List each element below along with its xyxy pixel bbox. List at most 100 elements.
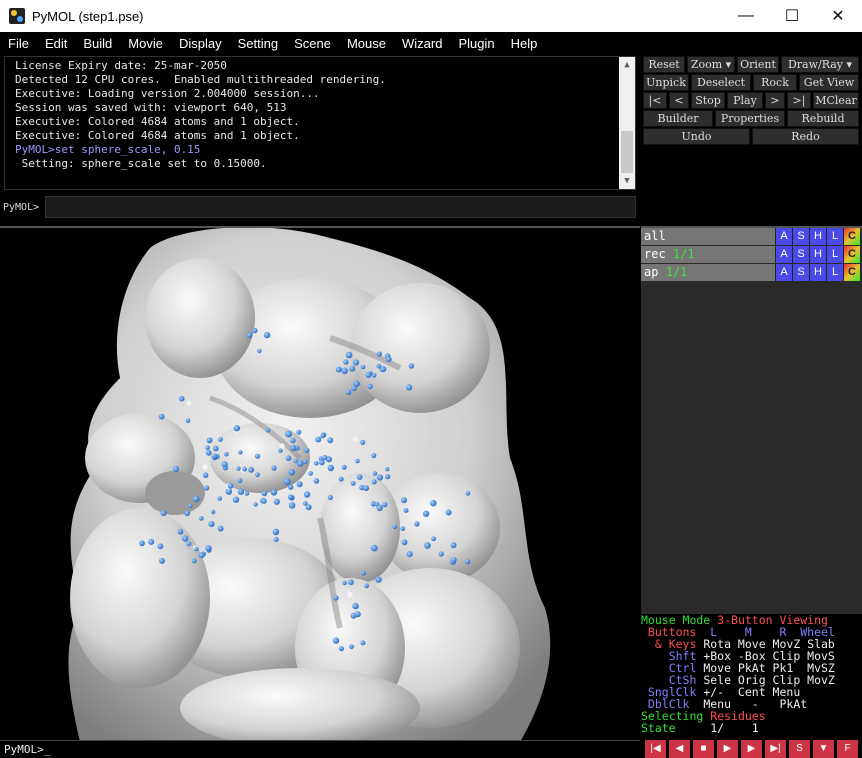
atom-sphere[interactable] <box>365 372 372 378</box>
atom-sphere[interactable] <box>450 542 457 549</box>
atom-sphere[interactable] <box>288 502 296 509</box>
atom-sphere[interactable] <box>252 327 258 334</box>
atom-sphere[interactable] <box>363 485 370 491</box>
atom-sphere[interactable] <box>360 364 366 370</box>
zoom-button[interactable]: Zoom ▾ <box>687 56 735 73</box>
unpick-button[interactable]: Unpick <box>643 74 689 91</box>
atom-sphere[interactable] <box>288 469 296 476</box>
atom-sphere[interactable] <box>236 466 241 471</box>
atom-sphere[interactable] <box>237 478 243 484</box>
atom-sphere[interactable] <box>285 430 292 438</box>
atom-sphere[interactable] <box>261 498 267 504</box>
atom-sphere[interactable] <box>342 580 347 586</box>
atom-sphere[interactable] <box>335 366 342 373</box>
maximize-icon[interactable]: ☐ <box>769 0 815 32</box>
atom-sphere[interactable] <box>296 481 303 488</box>
atom-sphere[interactable] <box>349 644 354 650</box>
command-input[interactable] <box>45 196 636 218</box>
atom-sphere[interactable] <box>303 491 311 498</box>
atom-sphere[interactable] <box>376 474 383 481</box>
atom-sphere[interactable] <box>328 495 333 501</box>
atom-sphere[interactable] <box>238 450 243 455</box>
atom-sphere[interactable] <box>217 525 224 532</box>
protein-surface-render[interactable] <box>0 228 640 740</box>
atom-sphere[interactable] <box>371 479 377 485</box>
atom-sphere[interactable] <box>332 637 340 644</box>
atom-sphere[interactable] <box>191 558 197 564</box>
atom-sphere[interactable] <box>343 359 349 365</box>
atom-sphere[interactable] <box>255 472 260 478</box>
draw-ray-button[interactable]: Draw/Ray ▾ <box>781 56 859 73</box>
atom-sphere[interactable] <box>198 552 205 559</box>
fullscreen-button[interactable]: F <box>837 740 859 758</box>
atom-sphere[interactable] <box>233 425 240 432</box>
atom-sphere[interactable] <box>401 497 407 504</box>
stop-button[interactable]: Stop <box>691 92 725 109</box>
menu-edit[interactable]: Edit <box>37 36 75 51</box>
atom-sphere[interactable] <box>221 461 228 468</box>
molecular-viewport[interactable] <box>0 226 640 740</box>
atom-sphere[interactable] <box>272 528 280 536</box>
atom-sphere[interactable] <box>352 436 358 442</box>
action-button[interactable]: A <box>775 246 792 263</box>
label-button[interactable]: L <box>826 264 843 281</box>
atom-sphere[interactable] <box>160 510 167 517</box>
atom-sphere[interactable] <box>430 499 437 507</box>
last-frame-icon[interactable]: ▶| <box>765 740 787 758</box>
atom-sphere[interactable] <box>205 445 210 450</box>
console-scrollbar[interactable]: ▲ ▼ <box>619 57 635 189</box>
atom-sphere[interactable] <box>254 453 261 459</box>
atom-sphere[interactable] <box>360 439 366 445</box>
atom-sphere[interactable] <box>333 595 339 601</box>
atom-sphere[interactable] <box>192 495 200 503</box>
end-button[interactable]: >| <box>787 92 811 109</box>
atom-sphere[interactable] <box>360 640 366 646</box>
next-frame-icon[interactable]: ▶ <box>741 740 763 758</box>
atom-sphere[interactable] <box>290 437 296 444</box>
atom-sphere[interactable] <box>224 452 229 457</box>
atom-sphere[interactable] <box>178 395 185 402</box>
atom-sphere[interactable] <box>303 501 308 506</box>
atom-sphere[interactable] <box>355 458 360 464</box>
show-button[interactable]: S <box>792 264 809 281</box>
atom-sphere[interactable] <box>408 363 415 369</box>
atom-sphere[interactable] <box>350 481 356 486</box>
atom-sphere[interactable] <box>184 510 191 517</box>
menu-help[interactable]: Help <box>503 36 546 51</box>
atom-sphere[interactable] <box>319 459 325 466</box>
atom-sphere[interactable] <box>199 516 204 521</box>
atom-sphere[interactable] <box>451 557 457 563</box>
menu-movie[interactable]: Movie <box>120 36 171 51</box>
menu-scene[interactable]: Scene <box>286 36 339 51</box>
atom-sphere[interactable] <box>401 539 408 546</box>
atom-sphere[interactable] <box>297 460 304 467</box>
orient-button[interactable]: Orient <box>737 56 779 73</box>
atom-sphere[interactable] <box>406 384 413 391</box>
atom-sphere[interactable] <box>287 494 294 500</box>
menu-setting[interactable]: Setting <box>230 36 286 51</box>
scroll-down-icon[interactable]: ▼ <box>619 173 635 189</box>
atom-sphere[interactable] <box>314 461 319 466</box>
more-icon[interactable]: ▼ <box>813 740 835 758</box>
action-button[interactable]: A <box>775 264 792 281</box>
atom-sphere[interactable] <box>217 496 222 501</box>
atom-sphere[interactable] <box>270 489 278 496</box>
atom-sphere[interactable] <box>341 464 347 470</box>
hide-button[interactable]: H <box>809 246 826 263</box>
atom-sphere[interactable] <box>353 380 360 387</box>
atom-sphere[interactable] <box>403 508 409 513</box>
atom-sphere[interactable] <box>148 538 155 545</box>
atom-sphere[interactable] <box>288 484 294 490</box>
atom-sphere[interactable] <box>202 464 208 470</box>
atom-sphere[interactable] <box>186 541 192 547</box>
atom-sphere[interactable] <box>371 453 377 459</box>
atom-sphere[interactable] <box>273 498 280 505</box>
atom-sphere[interactable] <box>356 474 363 480</box>
atom-sphere[interactable] <box>261 490 268 497</box>
atom-sphere[interactable] <box>376 504 383 512</box>
atom-sphere[interactable] <box>290 445 297 452</box>
atom-sphere[interactable] <box>315 436 322 443</box>
hide-button[interactable]: H <box>809 264 826 281</box>
atom-sphere[interactable] <box>349 365 356 372</box>
atom-sphere[interactable] <box>242 466 247 472</box>
